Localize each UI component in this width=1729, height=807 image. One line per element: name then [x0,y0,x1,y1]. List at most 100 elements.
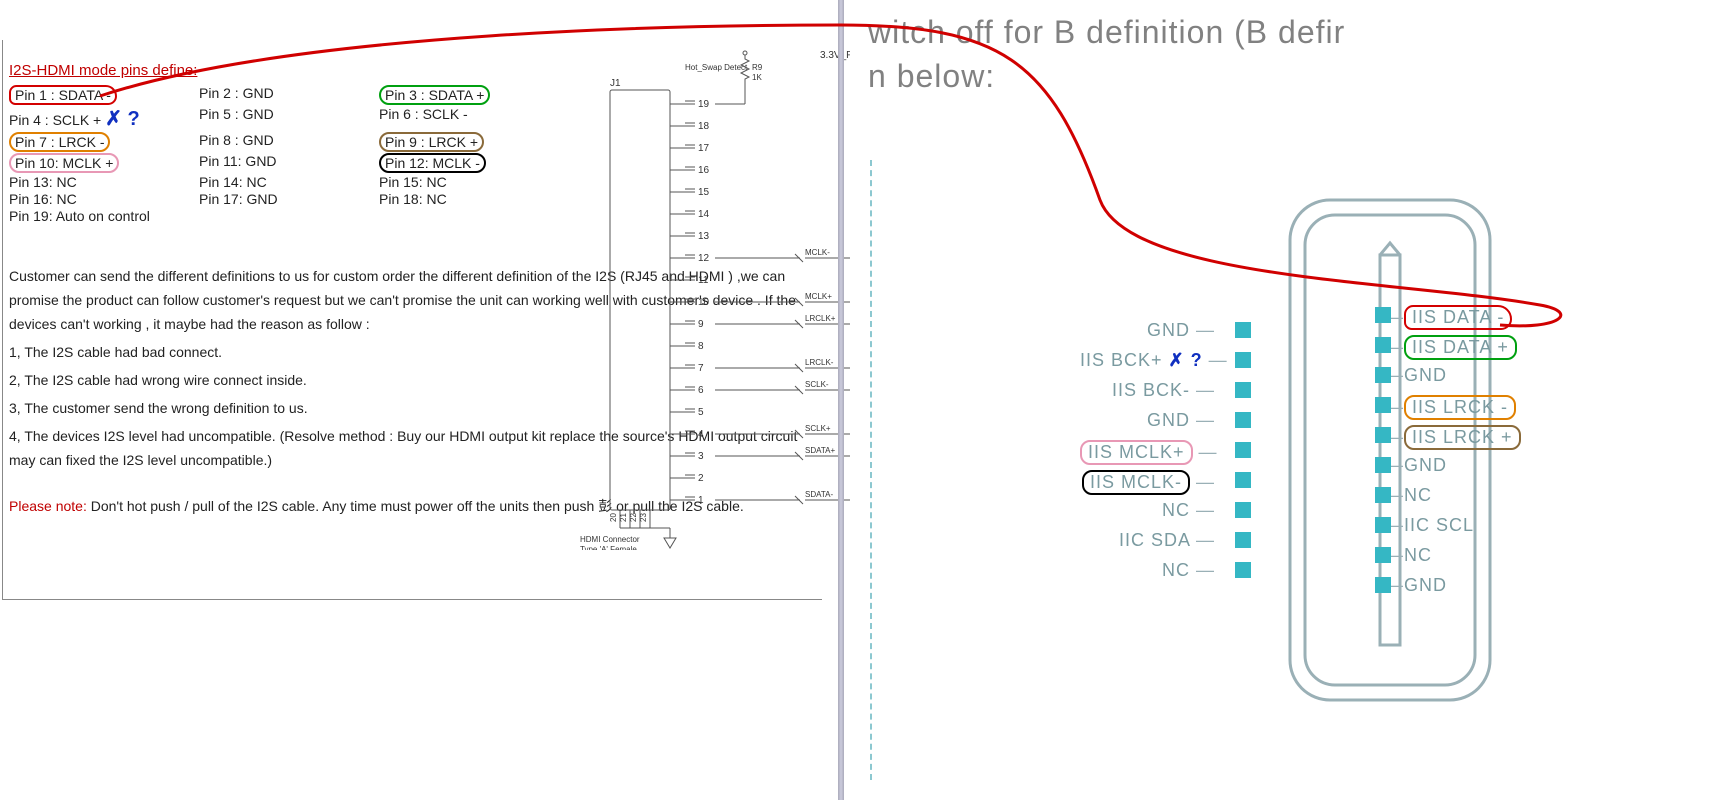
pin-cell: Pin 12: MCLK - [379,153,579,173]
connector-pad [1235,472,1251,488]
connector-pad [1375,337,1391,353]
connector-label-left: IIC SDA — [1080,530,1215,551]
pin-cell: Pin 11: GND [199,153,379,173]
pin-cell: Pin 1 : SDATA - [9,85,199,105]
svg-text:3.3V_F: 3.3V_F [820,50,852,61]
svg-text:R9: R9 [752,63,763,72]
connector-label-right: —NC [1385,485,1432,506]
pin-cell: Pin 4 : SCLK +✗ ? [9,106,199,131]
right-panel: witch off for B definition (B defir n be… [850,0,1729,807]
svg-text:SDATA+: SDATA+ [805,446,835,455]
svg-text:16: 16 [698,165,710,176]
connector-pad [1235,322,1251,338]
pin-cell: Pin 13: NC [9,174,199,190]
svg-text:MCLK-: MCLK- [805,248,830,257]
pin-cell: Pin 16: NC [9,191,199,207]
connector-label-left: IIS MCLK+ — [1080,440,1215,465]
connector-pad [1375,577,1391,593]
please-note-label: Please note: [9,498,87,514]
connector-pad [1375,427,1391,443]
svg-text:1K: 1K [752,73,762,82]
svg-text:22: 22 [629,513,638,522]
connector-label-right: —GND [1385,455,1447,476]
pin-cell: Pin 10: MCLK + [9,153,199,173]
svg-text:9: 9 [698,319,704,330]
hdmi-connector-graphic [1230,190,1550,710]
connector-label-right: —IIS DATA - [1385,305,1512,330]
split-bar[interactable] [838,0,844,800]
pin-cell: Pin 2 : GND [199,85,379,105]
svg-text:Type 'A' Female: Type 'A' Female [580,545,637,550]
pin-cell: Pin 7 : LRCK - [9,132,199,152]
svg-text:8: 8 [698,341,704,352]
svg-text:12: 12 [698,253,710,264]
connector-pad [1375,517,1391,533]
svg-text:13: 13 [698,231,710,242]
connector-pad [1235,412,1251,428]
pin-cell: Pin 9 : LRCK + [379,132,579,152]
svg-text:SCLK+: SCLK+ [805,424,831,433]
connector-label-right: —IIS LRCK + [1385,425,1521,450]
crop-guide [870,160,872,780]
connector-label-left: NC — [1080,560,1215,581]
svg-text:MCLK+: MCLK+ [805,292,832,301]
connector-pad [1235,562,1251,578]
connector-pad [1375,307,1391,323]
svg-text:LRCLK+: LRCLK+ [805,314,836,323]
svg-text:SCLK-: SCLK- [805,380,829,389]
connector-label-left: GND — [1080,410,1215,431]
pin-cell: Pin 14: NC [199,174,379,190]
svg-text:J1: J1 [610,78,621,89]
connector-pad [1375,367,1391,383]
connector-pad [1235,382,1251,398]
pin-cell: Pin 18: NC [379,191,579,207]
svg-text:4: 4 [698,429,704,440]
svg-text:LRCLK-: LRCLK- [805,358,834,367]
connector-label-right: —IIC SCL [1385,515,1474,536]
svg-text:SDATA-: SDATA- [805,490,833,499]
svg-text:14: 14 [698,209,710,220]
connector-label-right: —GND [1385,365,1447,386]
svg-text:10: 10 [698,297,710,308]
pin-cell: Pin 8 : GND [199,132,379,152]
svg-text:17: 17 [698,143,710,154]
pin-cell: Pin 15: NC [379,174,579,190]
pin19: Pin 19: Auto on control [9,208,199,224]
svg-text:23: 23 [639,513,648,522]
connector-label-right: —IIS LRCK - [1385,395,1516,420]
connector-pad [1235,532,1251,548]
right-header-text: witch off for B definition (B defir n be… [868,10,1729,98]
connector-label-left: IIS MCLK- — [1080,470,1215,495]
connector-label-right: —NC [1385,545,1432,566]
svg-text:Hot_Swap Detect: Hot_Swap Detect [685,63,748,72]
connector-label-left: IIS BCK- — [1080,380,1215,401]
svg-text:11: 11 [698,275,709,286]
svg-text:3: 3 [698,451,704,462]
connector-label-right: —GND [1385,575,1447,596]
connector-pad [1235,502,1251,518]
svg-text:19: 19 [698,99,710,110]
svg-text:5: 5 [698,407,704,418]
connector-label-left: NC — [1080,500,1215,521]
question-mark-annotation: ✗ ? [105,108,140,130]
svg-text:20: 20 [609,513,618,522]
svg-text:2: 2 [698,473,704,484]
pin-cell: Pin 6 : SCLK - [379,106,579,131]
svg-text:HDMI Connector: HDMI Connector [580,535,640,544]
connector-pad [1375,457,1391,473]
connector-label-left: IIS BCK+ ✗ ? — [1080,350,1215,371]
connector-label-left: GND — [1080,320,1215,341]
svg-text:6: 6 [698,385,704,396]
pin-cell: Pin 17: GND [199,191,379,207]
svg-text:1: 1 [698,495,704,506]
svg-text:18: 18 [698,121,710,132]
svg-text:21: 21 [619,513,628,522]
svg-text:15: 15 [698,187,710,198]
svg-text:7: 7 [698,363,704,374]
pin-cell: Pin 3 : SDATA + [379,85,579,105]
connector-label-right: —IIS DATA + [1385,335,1517,360]
pin-cell: Pin 5 : GND [199,106,379,131]
connector-pad [1375,547,1391,563]
connector-pad [1375,397,1391,413]
connector-pad [1235,442,1251,458]
